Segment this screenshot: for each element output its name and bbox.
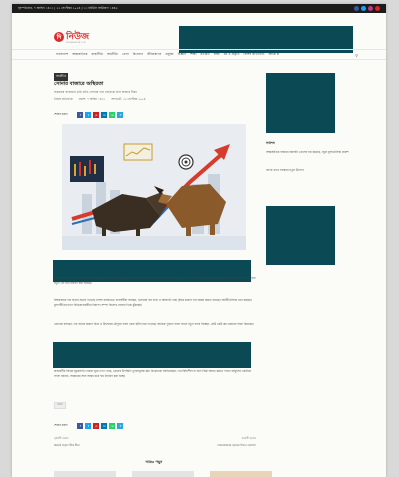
nav-item[interactable]: জীবনযাপন — [147, 52, 161, 58]
prev-post[interactable]: পূর্ববর্তী সংবাদ রিজার্ভ বাড়ছে ধীরে ধীর… — [54, 437, 80, 449]
site-logo[interactable]: দি নিউজ DESHNEWS24.COM — [54, 31, 90, 44]
linkedin-share-icon[interactable]: in — [101, 112, 108, 118]
nav-item[interactable]: শিক্ষা — [190, 52, 196, 58]
article-page: বৃহস্পতিবার, ৭ আশ্বিন ১৪৩১ | ২২ সেপ্টেম্… — [12, 4, 386, 477]
related-thumbnail[interactable] — [54, 471, 116, 477]
bull-bear-illustration — [62, 124, 246, 250]
top-bar: বৃহস্পতিবার, ৭ আশ্বিন ১৪৩১ | ২২ সেপ্টেম্… — [12, 4, 386, 13]
nav-item[interactable]: ধর্ম ও প্রকৃতি — [224, 52, 240, 58]
article-paragraph: ক্রেতারা বলছেন, দাম বাড়ার কারণে বিয়ে ও… — [54, 322, 254, 326]
facebook-icon[interactable] — [354, 6, 359, 11]
nav-item[interactable]: রাজনীতি — [91, 52, 103, 58]
next-post-label: পরবর্তী সংবাদ — [241, 437, 256, 440]
sidebar-ad-2[interactable] — [266, 206, 335, 265]
updated-date: আপডেট: ২২ সেপ্টেম্বর ২০২৪ — [111, 97, 146, 101]
nav-item[interactable]: খেলা — [122, 52, 129, 58]
twitter-icon[interactable] — [361, 6, 366, 11]
nav-item[interactable]: মতামত — [201, 52, 210, 58]
article-tag[interactable]: সোনা — [54, 402, 66, 409]
published-date: প্রকাশ: ৭ আশ্বিন ১৪৩১ — [78, 97, 106, 101]
nav-item[interactable]: স্বাস্থ্য — [214, 52, 220, 58]
instagram-icon[interactable] — [368, 6, 373, 11]
nav-item[interactable]: বিনোদন — [133, 52, 143, 58]
telegram-share-icon[interactable]: ✈ — [117, 423, 124, 429]
prev-post-label: পূর্ববর্তী সংবাদ — [54, 437, 69, 440]
share-bar-bottom: শেয়ার করুন f t p in w ✈ — [54, 423, 124, 429]
logo-name: নিউজ — [66, 31, 90, 42]
share-label: শেয়ার করুন — [54, 423, 68, 427]
logo-subtitle: DESHNEWS24.COM — [66, 42, 86, 44]
telegram-share-icon[interactable]: ✈ — [117, 112, 124, 118]
sidebar-news-item[interactable]: ব্যাংক খাতে সংস্কারে নতুন উদ্যোগ — [266, 168, 366, 173]
article-subhead: সপ্তাহের ব্যবধানে ভরি প্রতি সোনার দাম বে… — [54, 90, 137, 94]
nav-more[interactable]: আরো ▾ — [268, 52, 278, 58]
related-thumbnails — [54, 471, 272, 477]
social-links — [354, 6, 380, 11]
pinterest-share-icon[interactable]: p — [93, 112, 100, 118]
article-paragraph: রাজধানীর বিভিন্ন জুয়েলারি দোকান ঘুরে দে… — [54, 369, 251, 378]
article-hero-image — [62, 124, 246, 250]
whatsapp-share-icon[interactable]: w — [109, 423, 116, 429]
share-bar-top: শেয়ার করুন f t p in w ✈ — [54, 112, 124, 118]
inline-ad-banner-2[interactable] — [53, 342, 251, 368]
sidebar-news-item[interactable]: আন্তর্জাতিক বাজারে জ্বালানি তেলের দাম কম… — [266, 150, 366, 155]
facebook-share-icon[interactable]: f — [77, 423, 84, 429]
logo-mark: দি — [54, 32, 64, 42]
nav-item[interactable]: প্রযুক্তি — [165, 52, 173, 58]
article-paragraph: দেশের বাজারে সোনার দাম ফের বেড়েছে। প্রত… — [54, 276, 256, 285]
facebook-share-icon[interactable]: f — [77, 112, 84, 118]
nav-item[interactable]: বিশেষ প্রতিবেদন — [244, 52, 265, 58]
twitter-share-icon[interactable]: t — [85, 423, 92, 429]
nav-item[interactable]: বিজ্ঞান — [178, 52, 187, 58]
article-headline: সোনার বাজারে অস্থিরতা — [54, 81, 104, 87]
next-post-title[interactable]: শেয়ারবাজারে সূচকের উত্থান অব্যাহত — [217, 444, 256, 449]
article-meta: নিজস্ব প্রতিবেদক প্রকাশ: ৭ আশ্বিন ১৪৩১ আ… — [54, 97, 145, 103]
category-tag[interactable]: অর্থনীতি — [54, 73, 69, 81]
related-thumbnail[interactable] — [210, 471, 272, 477]
sidebar-ad-1[interactable] — [266, 73, 335, 133]
article-paragraph: বিশ্ববাজারে দাম বাড়ার প্রভাব পড়েছে দেশ… — [54, 298, 253, 307]
post-navigation: পূর্ববর্তী সংবাদ রিজার্ভ বাড়ছে ধীরে ধীর… — [54, 437, 256, 449]
nav-item[interactable]: অর্থনীতি — [107, 52, 118, 58]
author[interactable]: নিজস্ব প্রতিবেদক — [54, 97, 73, 103]
share-label: শেয়ার করুন — [54, 112, 68, 116]
related-heading: আরও পড়ুন — [145, 460, 163, 464]
nav-item[interactable]: বাংলাদেশ — [56, 52, 68, 58]
whatsapp-share-icon[interactable]: w — [109, 112, 116, 118]
pinterest-share-icon[interactable]: p — [93, 423, 100, 429]
twitter-share-icon[interactable]: t — [85, 112, 92, 118]
date-line: বৃহস্পতিবার, ৭ আশ্বিন ১৪৩১ | ২২ সেপ্টেম্… — [18, 5, 118, 10]
youtube-icon[interactable] — [375, 6, 380, 11]
search-icon[interactable]: ⚲ — [355, 53, 358, 58]
next-post[interactable]: পরবর্তী সংবাদ শেয়ারবাজারে সূচকের উত্থান… — [217, 437, 256, 449]
sidebar-title: সর্বশেষ — [266, 141, 275, 145]
linkedin-share-icon[interactable]: in — [101, 423, 108, 429]
nav-item[interactable]: আন্তর্জাতিক — [72, 52, 87, 58]
related-thumbnail[interactable] — [132, 471, 194, 477]
masthead: দি নিউজ DESHNEWS24.COM — [12, 13, 386, 53]
prev-post-title[interactable]: রিজার্ভ বাড়ছে ধীরে ধীরে — [54, 444, 80, 449]
main-nav: বাংলাদেশ আন্তর্জাতিক রাজনীতি অর্থনীতি খে… — [12, 49, 386, 60]
